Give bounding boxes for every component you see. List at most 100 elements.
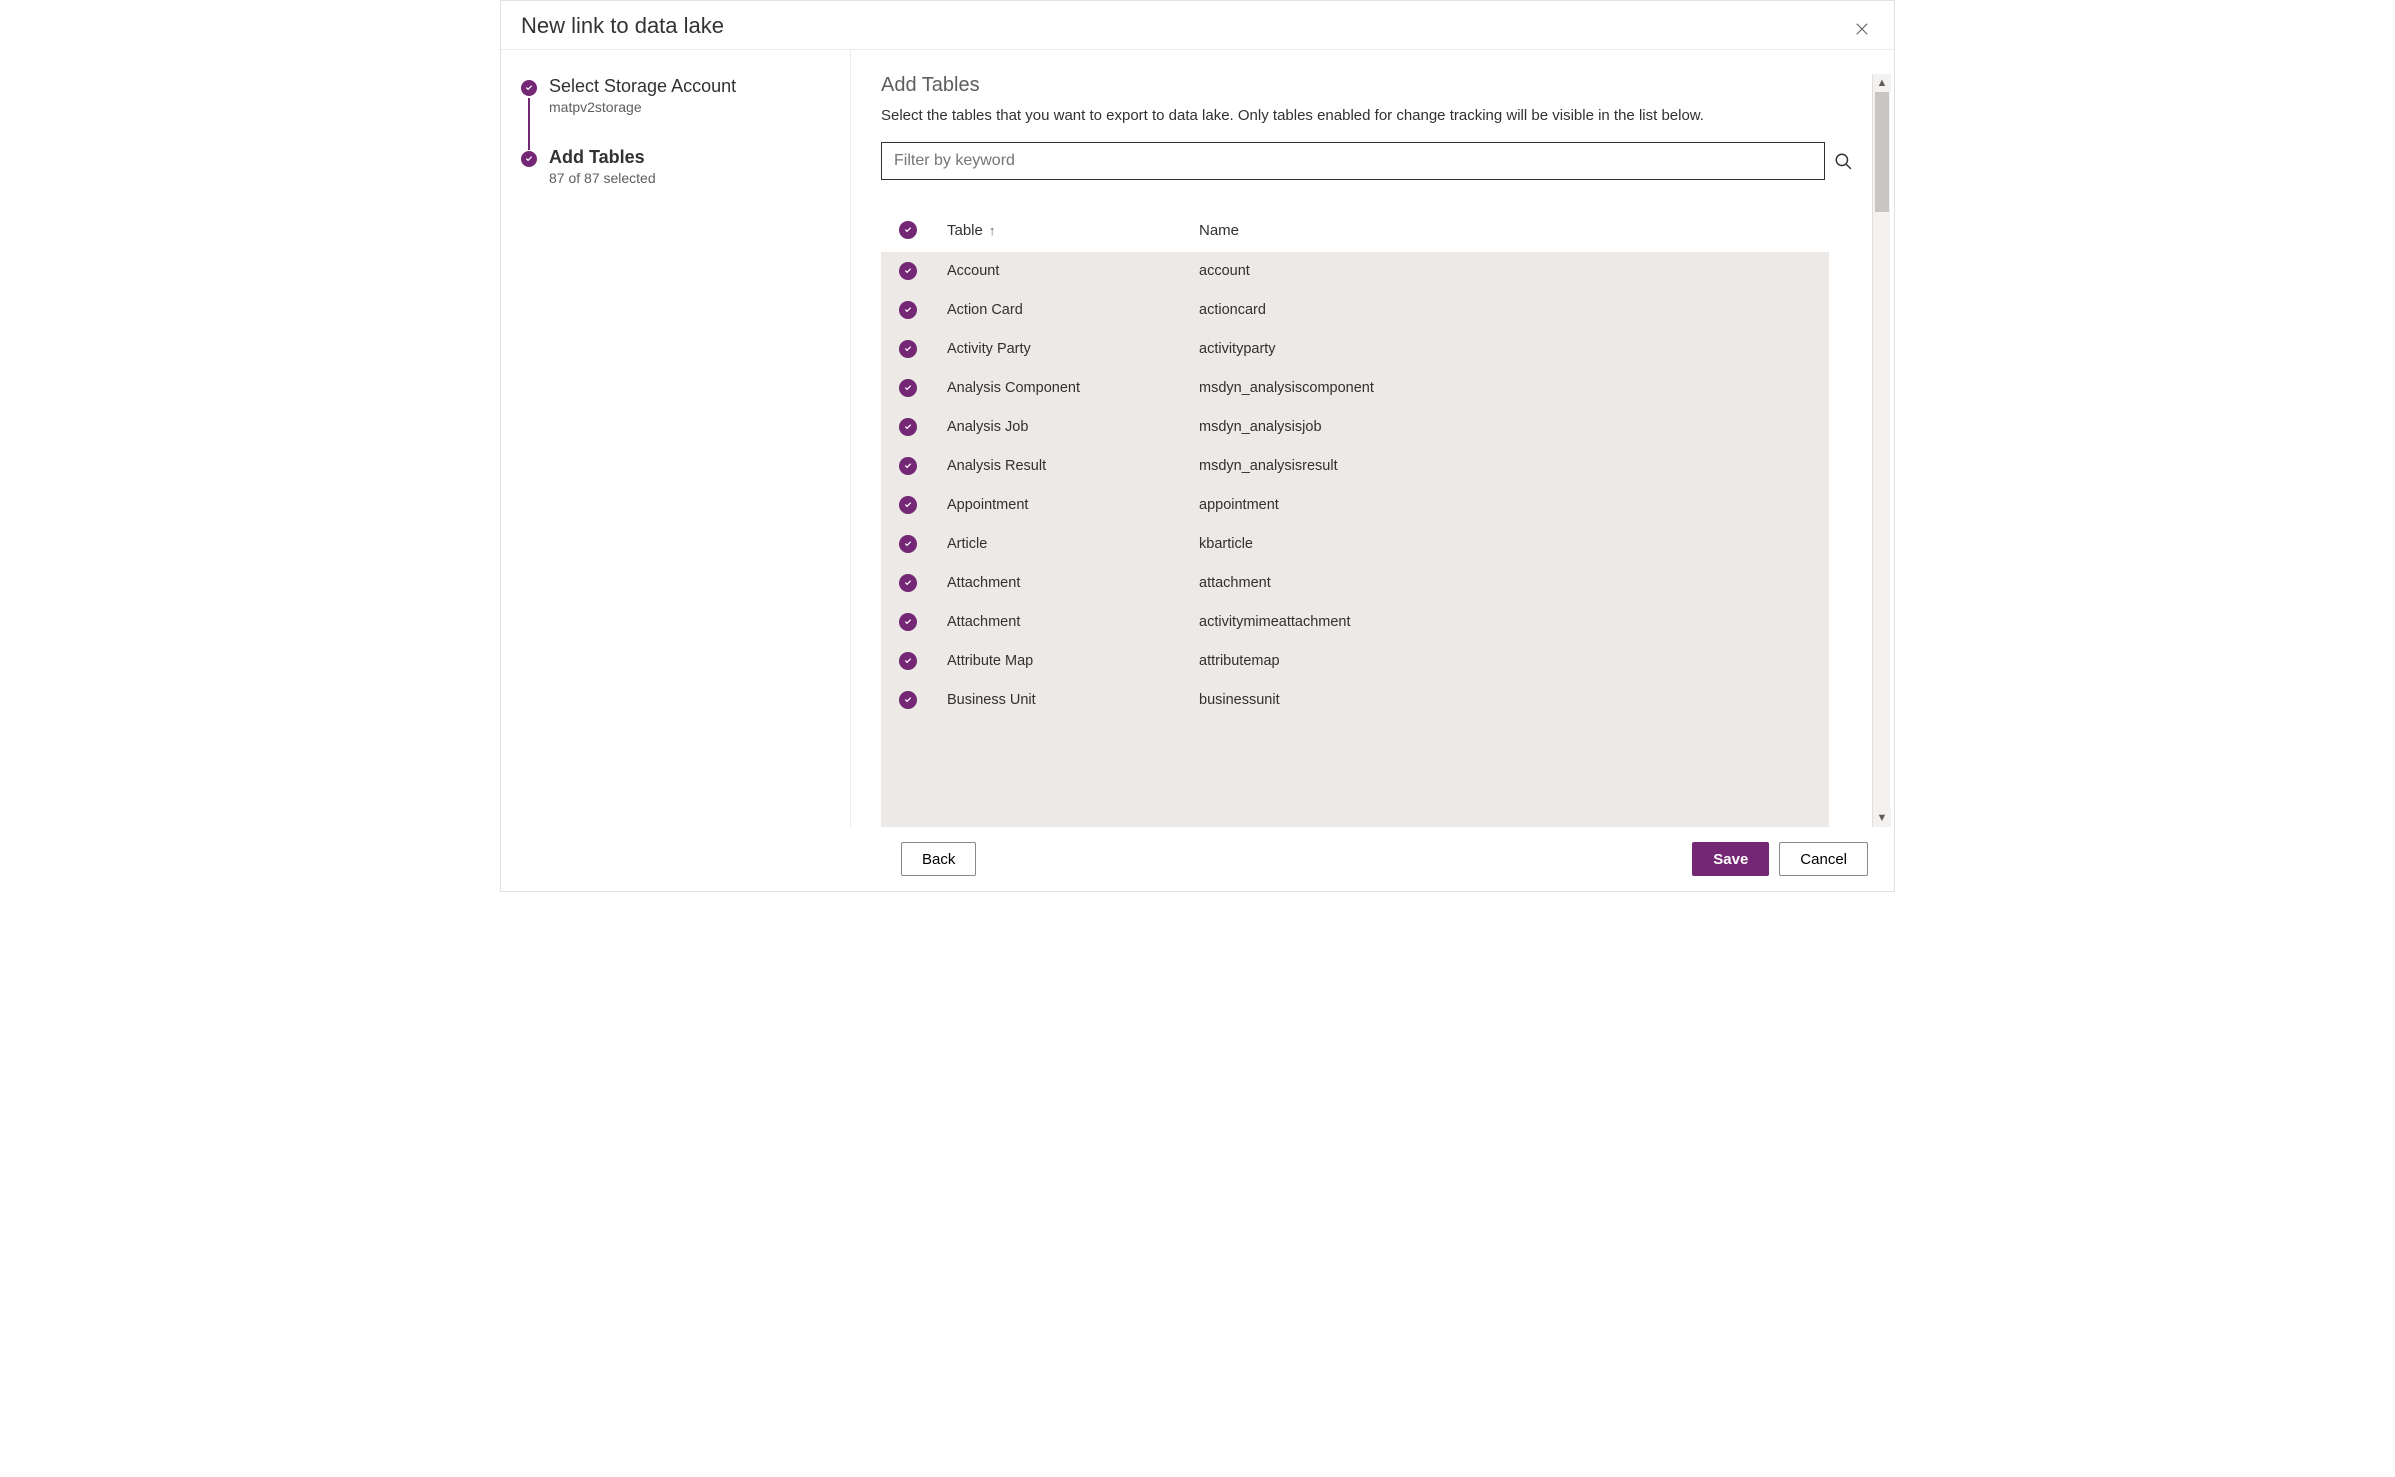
panel-title: Add Tables bbox=[881, 74, 1864, 97]
checkmark-icon bbox=[899, 379, 917, 397]
cell-name: msdyn_analysiscomponent bbox=[1199, 380, 1829, 396]
modal-footer: Back Save Cancel bbox=[501, 827, 1894, 891]
checkmark-icon bbox=[899, 574, 917, 592]
search-wrap bbox=[881, 142, 1864, 180]
cell-name: kbarticle bbox=[1199, 536, 1829, 552]
cell-table: Attachment bbox=[947, 575, 1199, 591]
main-panel: Add Tables Select the tables that you wa… bbox=[851, 50, 1894, 827]
row-checkbox[interactable] bbox=[899, 262, 947, 280]
checkmark-icon bbox=[899, 457, 917, 475]
panel-description: Select the tables that you want to expor… bbox=[881, 107, 1864, 124]
row-checkbox[interactable] bbox=[899, 301, 947, 319]
cell-table: Attribute Map bbox=[947, 653, 1199, 669]
table-row[interactable]: Analysis Jobmsdyn_analysisjob bbox=[881, 408, 1829, 447]
modal-new-link-to-data-lake: New link to data lake Select Storage Acc… bbox=[500, 0, 1895, 892]
wizard-sidebar: Select Storage Account matpv2storage Add… bbox=[501, 50, 851, 827]
step-subtitle: matpv2storage bbox=[549, 99, 830, 115]
modal-header: New link to data lake bbox=[501, 1, 1894, 50]
cell-name: msdyn_analysisresult bbox=[1199, 458, 1829, 474]
cell-table: Article bbox=[947, 536, 1199, 552]
column-header-name[interactable]: Name bbox=[1199, 222, 1829, 239]
row-checkbox[interactable] bbox=[899, 652, 947, 670]
checkmark-icon bbox=[899, 535, 917, 553]
cell-table: Appointment bbox=[947, 497, 1199, 513]
cell-name: attributemap bbox=[1199, 653, 1829, 669]
table-row[interactable]: Attribute Mapattributemap bbox=[881, 642, 1829, 681]
step-connector bbox=[528, 98, 530, 150]
table-row[interactable]: Analysis Resultmsdyn_analysisresult bbox=[881, 447, 1829, 486]
table-row[interactable]: Attachmentattachment bbox=[881, 564, 1829, 603]
cell-table: Analysis Job bbox=[947, 419, 1199, 435]
table-row[interactable]: Accountaccount bbox=[881, 252, 1829, 291]
close-button[interactable] bbox=[1850, 17, 1874, 41]
cell-name: attachment bbox=[1199, 575, 1829, 591]
checkmark-icon bbox=[899, 221, 917, 239]
cancel-button[interactable]: Cancel bbox=[1779, 842, 1868, 876]
step-title: Select Storage Account bbox=[549, 76, 830, 97]
row-checkbox[interactable] bbox=[899, 574, 947, 592]
row-checkbox[interactable] bbox=[899, 379, 947, 397]
save-button[interactable]: Save bbox=[1692, 842, 1769, 876]
scroll-up-icon[interactable]: ▲ bbox=[1873, 74, 1891, 92]
wizard-step-add-tables[interactable]: Add Tables 87 of 87 selected bbox=[521, 147, 830, 186]
cell-name: actioncard bbox=[1199, 302, 1829, 318]
row-checkbox[interactable] bbox=[899, 535, 947, 553]
cell-table: Analysis Result bbox=[947, 458, 1199, 474]
checkmark-icon bbox=[899, 301, 917, 319]
scroll-down-icon[interactable]: ▼ bbox=[1873, 809, 1891, 827]
table-row[interactable]: Articlekbarticle bbox=[881, 525, 1829, 564]
cell-name: activitymimeattachment bbox=[1199, 614, 1829, 630]
cell-table: Activity Party bbox=[947, 341, 1199, 357]
row-checkbox[interactable] bbox=[899, 613, 947, 631]
modal-title: New link to data lake bbox=[521, 13, 724, 45]
checkmark-icon bbox=[899, 496, 917, 514]
table-row[interactable]: Appointmentappointment bbox=[881, 486, 1829, 525]
modal-body: Select Storage Account matpv2storage Add… bbox=[501, 50, 1894, 827]
row-checkbox[interactable] bbox=[899, 457, 947, 475]
step-complete-icon bbox=[521, 151, 537, 167]
step-title: Add Tables bbox=[549, 147, 830, 168]
cell-name: account bbox=[1199, 263, 1829, 279]
step-subtitle: 87 of 87 selected bbox=[549, 170, 830, 186]
table-row[interactable]: Activity Partyactivityparty bbox=[881, 330, 1829, 369]
row-checkbox[interactable] bbox=[899, 691, 947, 709]
select-all-checkbox[interactable] bbox=[899, 221, 947, 239]
checkmark-icon bbox=[899, 262, 917, 280]
step-complete-icon bbox=[521, 80, 537, 96]
cell-name: businessunit bbox=[1199, 692, 1829, 708]
close-icon bbox=[1855, 22, 1869, 36]
row-checkbox[interactable] bbox=[899, 340, 947, 358]
cell-table: Attachment bbox=[947, 614, 1199, 630]
cell-table: Account bbox=[947, 263, 1199, 279]
scroll-thumb[interactable] bbox=[1875, 92, 1889, 212]
filter-input[interactable] bbox=[881, 142, 1825, 180]
sort-ascending-icon: ↑ bbox=[989, 223, 996, 238]
checkmark-icon bbox=[899, 652, 917, 670]
table-header-row: Table ↑ Name bbox=[881, 208, 1829, 252]
table-row[interactable]: Action Cardactioncard bbox=[881, 291, 1829, 330]
cell-table: Business Unit bbox=[947, 692, 1199, 708]
row-checkbox[interactable] bbox=[899, 418, 947, 436]
back-button[interactable]: Back bbox=[901, 842, 976, 876]
search-icon bbox=[1834, 152, 1852, 170]
cell-name: msdyn_analysisjob bbox=[1199, 419, 1829, 435]
table-row[interactable]: Analysis Componentmsdyn_analysiscomponen… bbox=[881, 369, 1829, 408]
checkmark-icon bbox=[899, 613, 917, 631]
table-body: AccountaccountAction CardactioncardActiv… bbox=[881, 252, 1829, 827]
tables-list: Table ↑ Name AccountaccountAction Cardac… bbox=[881, 208, 1829, 827]
column-header-label: Name bbox=[1199, 222, 1239, 239]
cell-name: activityparty bbox=[1199, 341, 1829, 357]
row-checkbox[interactable] bbox=[899, 496, 947, 514]
vertical-scrollbar[interactable]: ▲ ▼ bbox=[1872, 74, 1890, 827]
checkmark-icon bbox=[899, 691, 917, 709]
column-header-label: Table bbox=[947, 222, 983, 239]
column-header-table[interactable]: Table ↑ bbox=[947, 222, 1199, 239]
checkmark-icon bbox=[899, 340, 917, 358]
table-row[interactable]: Attachmentactivitymimeattachment bbox=[881, 603, 1829, 642]
table-row[interactable]: Business Unitbusinessunit bbox=[881, 681, 1829, 720]
wizard-step-storage-account[interactable]: Select Storage Account matpv2storage bbox=[521, 76, 830, 115]
cell-table: Analysis Component bbox=[947, 380, 1199, 396]
cell-name: appointment bbox=[1199, 497, 1829, 513]
cell-table: Action Card bbox=[947, 302, 1199, 318]
checkmark-icon bbox=[899, 418, 917, 436]
